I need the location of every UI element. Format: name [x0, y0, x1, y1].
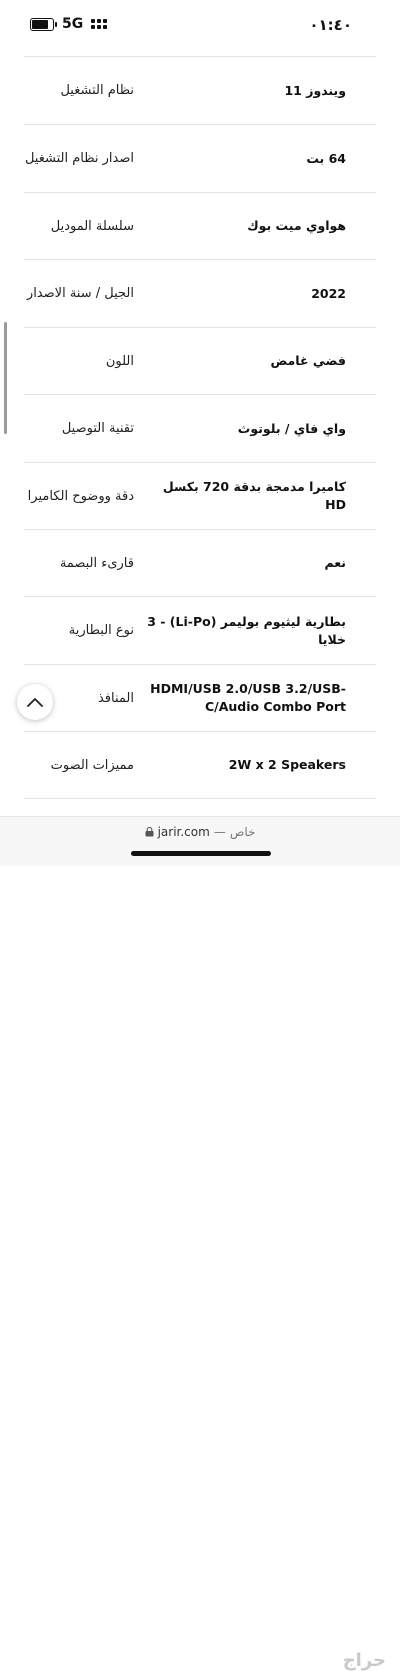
spec-label: نظام التشغيل	[60, 83, 134, 98]
spec-value: فضي غامض	[270, 353, 346, 368]
scroll-to-top-button[interactable]	[17, 684, 53, 720]
spec-label: قارىء البصمة	[59, 555, 134, 571]
status-indicators: 5G	[30, 16, 108, 32]
chevron-up-icon	[27, 698, 43, 707]
spec-value: HDMI/USB 2.0/USB 3.2/USB-C/Audio Combo P…	[150, 681, 346, 714]
spec-row: نوع البطارية بطارية ليثيوم بوليمر (Li-Po)…	[24, 596, 376, 664]
spec-row: المنافذ HDMI/USB 2.0/USB 3.2/USB-C/Audio …	[24, 664, 376, 731]
spec-label: الجيل / سنة الاصدار	[26, 286, 134, 301]
spec-row: سلسلة الموديل هواوي ميت بوك	[24, 192, 376, 259]
spec-value: هواوي ميت بوك	[247, 218, 346, 233]
signal-icon	[91, 19, 108, 29]
spec-label: نوع البطارية	[68, 623, 134, 638]
watermark-logo: حراج	[342, 1650, 386, 1671]
spec-value: نعم	[324, 555, 346, 570]
status-time: ٠١:٤٠	[309, 16, 352, 34]
lock-icon	[145, 827, 154, 837]
battery-level	[32, 19, 48, 29]
spec-row: قارىء البصمة نعم	[24, 529, 376, 596]
spec-value: كاميرا مدمجة بدقة 720 بكسل HD	[162, 479, 346, 512]
spec-row: مميزات الصوت 2W x 2 Speakers	[24, 731, 376, 799]
status-bar: 5G ٠١:٤٠	[0, 0, 400, 54]
spec-label: دقة ووضوح الكاميرا	[27, 488, 134, 504]
url-separator: —	[213, 825, 226, 839]
spec-row: دقة ووضوح الكاميرا كاميرا مدمجة بدقة 720 …	[24, 462, 376, 529]
spec-table: نظام التشغيل ويندوز 11 اصدار نظام التشغيل 6…	[24, 56, 376, 799]
spec-label: اللون	[105, 353, 134, 369]
spec-row: الجيل / سنة الاصدار 2022	[24, 259, 376, 327]
private-mode-label: خاص	[229, 825, 256, 839]
spec-value: ويندوز 11	[284, 82, 346, 98]
spec-value: 2022	[311, 285, 346, 301]
spec-label: سلسلة الموديل	[50, 218, 134, 234]
spec-row: اللون فضي غامض	[24, 327, 376, 394]
spec-row: نظام التشغيل ويندوز 11	[24, 56, 376, 124]
spec-row: اصدار نظام التشغيل 64 بت	[24, 124, 376, 192]
spec-label: مميزات الصوت	[50, 757, 134, 773]
spec-label: اصدار نظام التشغيل	[24, 151, 134, 166]
network-label: 5G	[62, 16, 84, 32]
browser-url-bar[interactable]: jarir.com — خاص حراج	[0, 816, 400, 1671]
home-indicator[interactable]	[131, 851, 271, 856]
spec-value: واي فاي / بلوتوث	[237, 420, 346, 436]
spec-value: 64 بت	[306, 150, 346, 166]
spec-value: 2W x 2 Speakers	[228, 757, 346, 772]
url-domain: jarir.com	[157, 825, 210, 839]
spec-value: بطارية ليثيوم بوليمر (Li-Po) - 3 خلايا	[147, 613, 346, 647]
spec-row: تقنية التوصيل واي فاي / بلوتوث	[24, 394, 376, 462]
scrollbar[interactable]	[4, 322, 7, 434]
url-display[interactable]: jarir.com — خاص	[0, 825, 400, 839]
spec-label: تقنية التوصيل	[61, 421, 134, 436]
battery-icon	[30, 17, 57, 31]
